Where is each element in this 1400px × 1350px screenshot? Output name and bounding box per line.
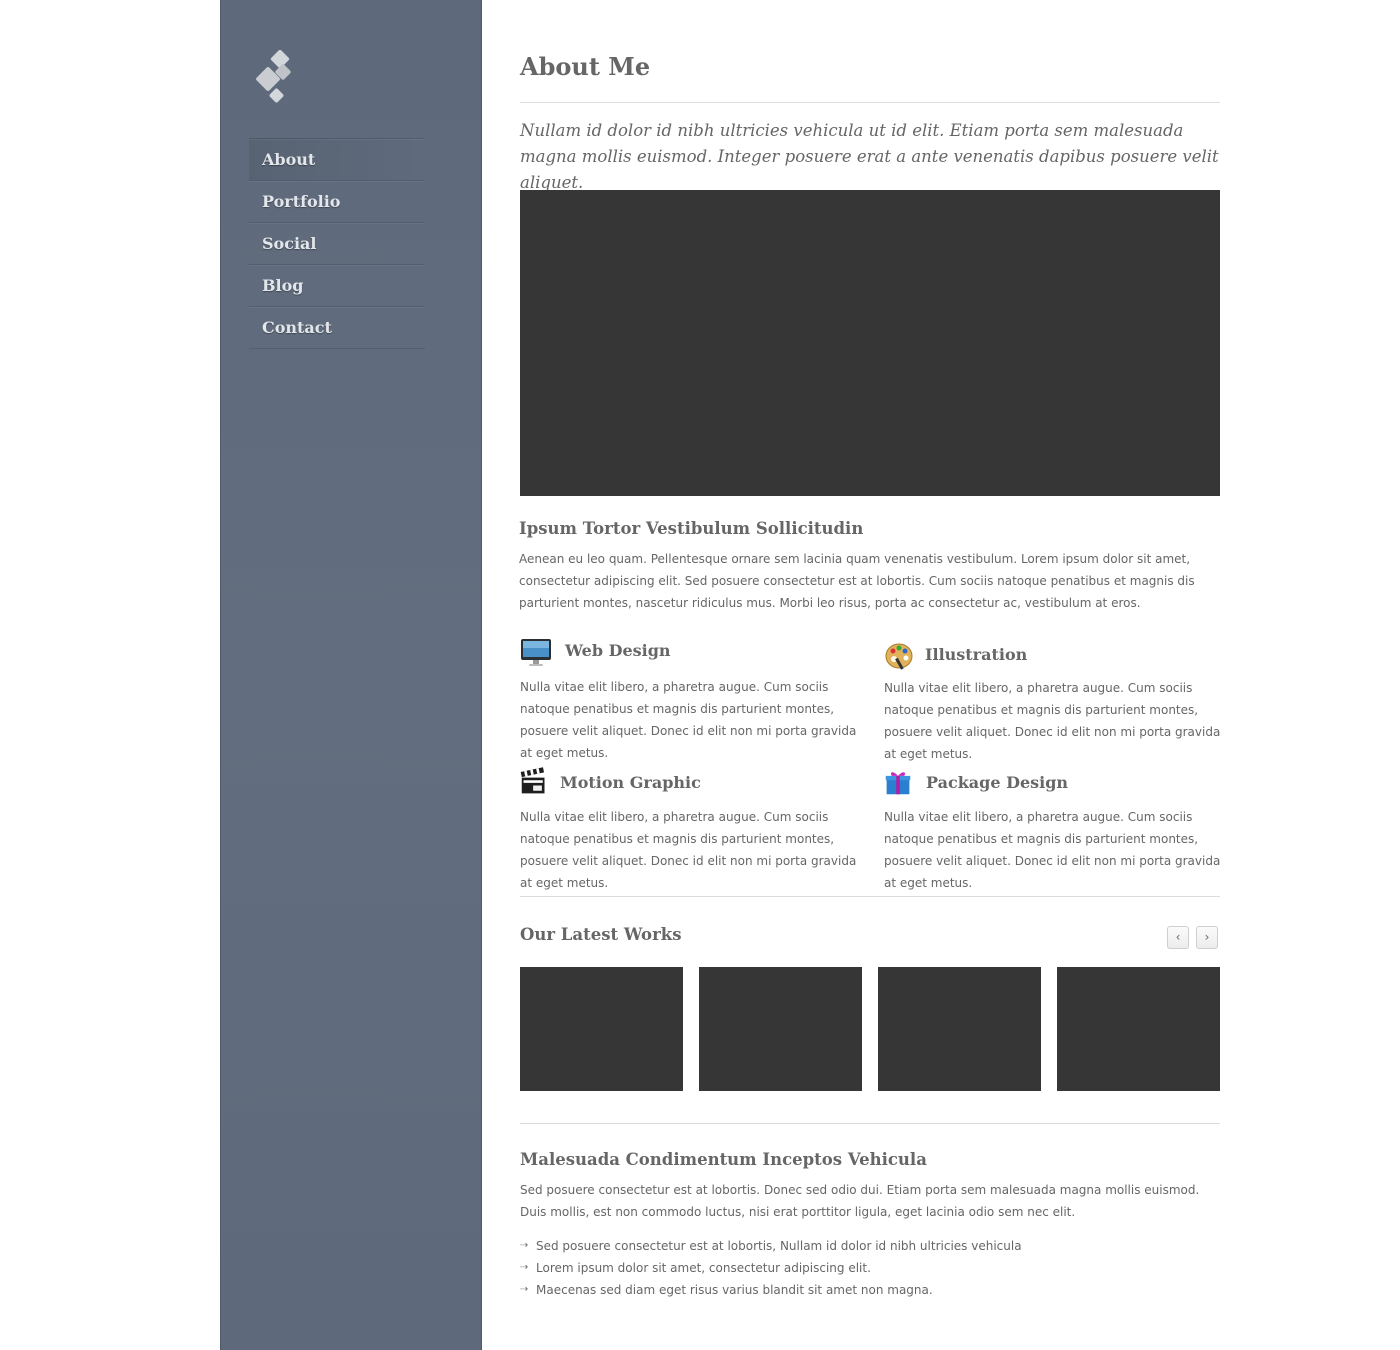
arrow-bullet-icon: ⇢ [520, 1240, 529, 1251]
prev-button[interactable]: ‹ [1167, 926, 1189, 949]
service-title: Package Design [926, 773, 1069, 792]
feature-list: ⇢ Sed posuere consectetur est at lobortis… [520, 1235, 1022, 1301]
nav-item-social[interactable]: Social [249, 222, 425, 264]
nav-item-about[interactable]: About [249, 138, 425, 180]
nav-item-portfolio[interactable]: Portfolio [249, 180, 425, 222]
list-item: ⇢ Maecenas sed diam eget risus varius bla… [520, 1279, 1022, 1301]
nav-item-contact[interactable]: Contact [249, 306, 425, 349]
service-text: Nulla vitae elit libero, a pharetra augu… [884, 681, 1221, 761]
list-item: ⇢ Lorem ipsum dolor sit amet, consectetur… [520, 1257, 1022, 1279]
service-text: Nulla vitae elit libero, a pharetra augu… [520, 680, 857, 760]
clapperboard-icon [520, 767, 545, 794]
service-title: Motion Graphic [560, 773, 701, 792]
monitor-icon [521, 639, 551, 666]
closing-text: Sed posuere consectetur est at lobortis.… [520, 1183, 1200, 1219]
arrow-bullet-icon: ⇢ [520, 1284, 529, 1295]
page-title: About Me [520, 52, 651, 81]
divider [520, 102, 1220, 103]
sidebar: About Portfolio Social Blog Contact [220, 0, 482, 1350]
main-nav: About Portfolio Social Blog Contact [249, 138, 425, 349]
list-item: ⇢ Sed posuere consectetur est at lobortis… [520, 1235, 1022, 1257]
service-text: Nulla vitae elit libero, a pharetra augu… [520, 810, 857, 890]
palette-icon [885, 643, 913, 670]
lead-text: Nullam id dolor id nibh ultricies vehicu… [520, 121, 1219, 192]
service-text: Nulla vitae elit libero, a pharetra augu… [884, 810, 1221, 890]
work-thumbnail[interactable] [699, 967, 862, 1091]
arrow-bullet-icon: ⇢ [520, 1262, 529, 1273]
intro-text: Aenean eu leo quam. Pellentesque ornare … [519, 552, 1195, 610]
work-thumbnail[interactable] [878, 967, 1041, 1091]
next-button[interactable]: › [1196, 926, 1218, 949]
service-title: Illustration [925, 645, 1028, 664]
logo-icon[interactable] [251, 50, 296, 110]
intro-heading: Ipsum Tortor Vestibulum Sollicitudin [519, 519, 864, 538]
latest-works-title: Our Latest Works [520, 925, 682, 944]
closing-heading: Malesuada Condimentum Inceptos Vehicula [520, 1150, 927, 1169]
nav-item-blog[interactable]: Blog [249, 264, 425, 306]
divider [520, 896, 1220, 897]
work-thumbnail[interactable] [1057, 967, 1220, 1091]
hero-image [520, 190, 1220, 496]
gift-box-icon [885, 772, 911, 795]
service-title: Web Design [565, 641, 671, 660]
divider [520, 1123, 1220, 1124]
work-thumbnail[interactable] [520, 967, 683, 1091]
